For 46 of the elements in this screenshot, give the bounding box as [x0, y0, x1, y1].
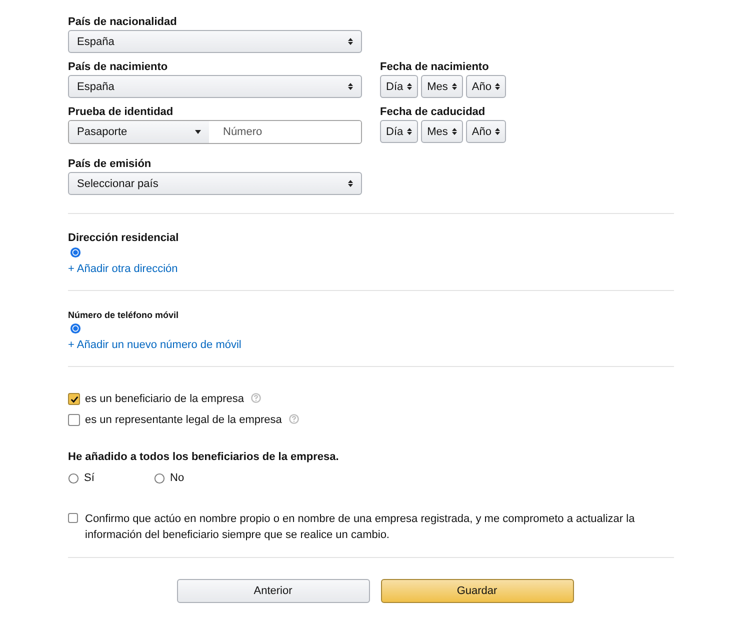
date-select[interactable]: Año [466, 120, 506, 143]
radio-label: Sí [84, 472, 94, 484]
checkbox[interactable] [68, 414, 80, 426]
radio-button[interactable] [70, 323, 81, 334]
radio-label: No [170, 472, 184, 484]
field-label: País de nacimiento [68, 61, 169, 73]
up-down-arrows-icon [452, 127, 457, 136]
checkbox-label: es un representante legal de la empresa [85, 414, 282, 426]
date-select[interactable]: Mes [421, 120, 463, 143]
field-label: País de nacionalidad [68, 16, 178, 28]
up-down-arrows-icon [407, 127, 412, 136]
checkbox-label: es un beneficiario de la empresa [85, 393, 244, 405]
up-down-arrows-icon [452, 82, 457, 91]
select-field[interactable]: Seleccionar país [68, 172, 362, 195]
add-link[interactable]: + Añadir un nuevo número de móvil [68, 339, 242, 351]
save-button[interactable]: Guardar [380, 579, 574, 603]
up-down-arrows-icon [348, 179, 353, 188]
question-label: He añadido a todos los beneficiarios de la empresa. [68, 451, 340, 463]
date-select[interactable]: Día [380, 120, 418, 143]
confirmation-text: Confirmo que actúo en nombre propio o en nombre de una empresa registrada, y me comprometo a actualizar la información del beneficiario siempre que se realice un cambio. [85, 512, 636, 543]
up-down-arrows-icon [407, 82, 412, 91]
field-label: Fecha de caducidad [380, 106, 486, 118]
section-title: Número de teléfono móvil [68, 310, 180, 320]
radio-button[interactable] [70, 247, 81, 258]
date-select[interactable]: Mes [421, 75, 463, 98]
up-down-arrows-icon [495, 127, 500, 136]
radio-button[interactable] [154, 472, 165, 484]
up-down-arrows-icon [348, 82, 353, 91]
identity-field[interactable]: Pasaporte Número [68, 120, 362, 144]
field-label: Fecha de nacimiento [380, 61, 490, 73]
field-label: País de emisión [68, 158, 152, 170]
checkbox[interactable] [68, 513, 78, 523]
caret-icon [195, 130, 201, 134]
back-button[interactable]: Anterior [176, 579, 370, 603]
document-type-select[interactable]: Pasaporte [69, 121, 209, 143]
radio-button[interactable] [68, 472, 79, 484]
date-select[interactable]: Día [380, 75, 418, 98]
up-down-arrows-icon [495, 82, 500, 91]
checkbox[interactable] [68, 393, 80, 405]
field-label: Prueba de identidad [68, 106, 174, 118]
date-select[interactable]: Año [466, 75, 506, 98]
select-field[interactable]: España [68, 30, 362, 53]
up-down-arrows-icon [348, 37, 353, 46]
section-title: Dirección residencial [68, 232, 180, 244]
add-link[interactable]: + Añadir otra dirección [68, 263, 178, 275]
select-field[interactable]: España [68, 75, 362, 98]
